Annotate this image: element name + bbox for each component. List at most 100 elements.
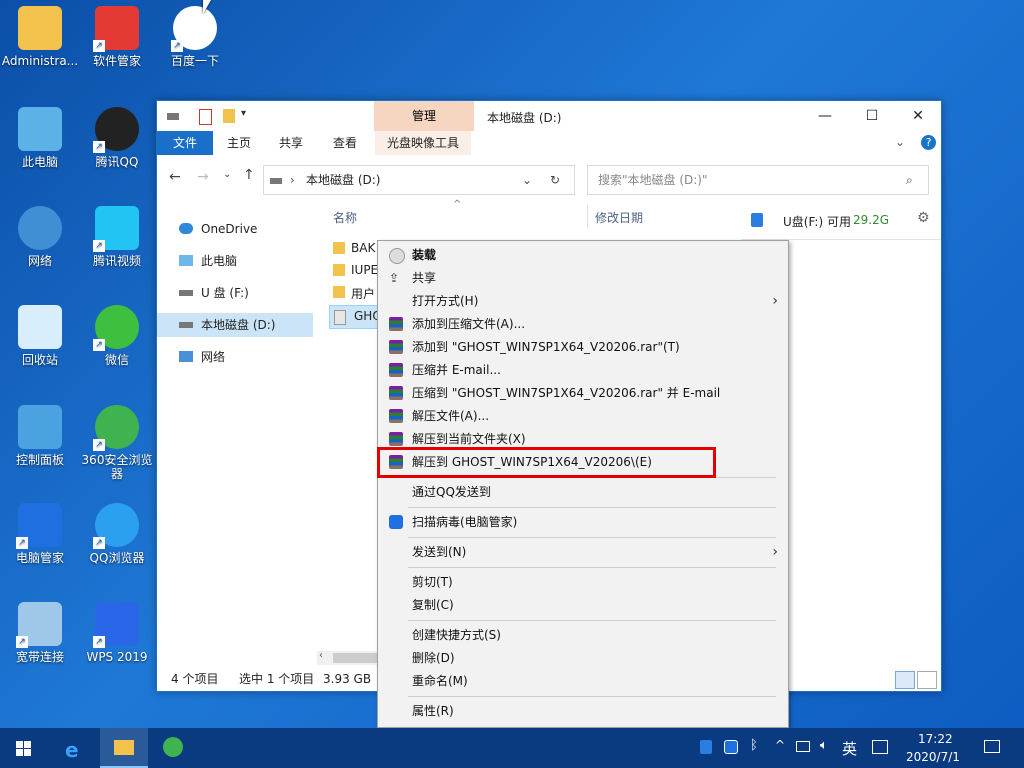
taskbar-360-browser-button[interactable] [150,728,198,768]
new-folder-quick-icon[interactable] [223,109,235,123]
manage-tab[interactable]: 管理 [374,101,474,131]
gear-icon[interactable]: ⚙ [917,210,930,226]
nav-item-usb-drive[interactable]: U 盘 (F:) [157,281,313,305]
search-input[interactable]: 搜索"本地磁盘 (D:)" [598,166,708,194]
tray-ime-indicator[interactable]: 英 [842,738,857,759]
help-icon[interactable]: ? [921,135,936,150]
column-header-name[interactable]: 名称 [333,209,357,226]
desktop-icon-control-panel[interactable]: 控制面板 [0,405,80,467]
tab-share[interactable]: 共享 [269,131,313,155]
desktop-icon-wechat[interactable]: 微信 [77,305,157,367]
nav-item-local-disk-d[interactable]: 本地磁盘 (D:) [157,313,313,337]
desktop-icon-label: 回收站 [21,353,58,367]
taskbar-edge-button[interactable]: e [50,728,98,768]
menu-item-compress-rar-email[interactable]: 压缩到 "GHOST_WIN7SP1X64_V20206.rar" 并 E-ma… [378,382,788,405]
expand-ribbon-icon[interactable]: ⌄ [895,135,905,149]
tray-bluetooth-device-icon[interactable] [700,740,712,754]
column-header-date[interactable]: 修改日期 [595,209,643,226]
recent-chevron-icon[interactable]: ⌄ [223,169,231,180]
menu-item-mount[interactable]: 装载 [378,244,788,267]
tray-volume-icon[interactable]: 🔈︎ [820,738,828,753]
nav-item-onedrive[interactable]: OneDrive [157,217,313,241]
desktop-icon-wps[interactable]: WPS 2019 [77,602,157,664]
mouse-cursor-icon [203,0,211,14]
back-arrow-icon[interactable]: ← [169,169,181,185]
desktop-icon-baidu[interactable]: 百度一下 [155,6,235,68]
desktop-icon-qq-browser[interactable]: QQ浏览器 [77,503,157,565]
properties-quick-icon[interactable] [199,109,212,125]
winrar-icon [389,363,403,377]
wechat-icon [93,305,139,351]
close-button[interactable]: ✕ [895,101,941,131]
menu-item-delete[interactable]: 删除(D) [378,647,788,670]
tab-file[interactable]: 文件 [157,131,213,155]
tray-network-icon[interactable] [796,741,810,752]
tray-bluetooth-icon[interactable]: ᛒ [750,738,758,753]
notification-center-icon[interactable] [984,740,1000,753]
menu-separator [408,696,776,697]
menu-item-send-to[interactable]: 发送到(N) › [378,541,788,564]
desktop-icon-label: 微信 [104,353,129,367]
maximize-button[interactable]: ☐ [849,101,895,131]
menu-item-properties[interactable]: 属性(R) [378,700,788,723]
desktop-icon-tencent-video[interactable]: 腾讯视频 [77,206,157,268]
file-name: 用户 [351,287,376,301]
taskbar-explorer-button[interactable] [100,728,148,768]
minimize-button[interactable]: — [802,101,848,131]
menu-item-extract-files[interactable]: 解压文件(A)... [378,405,788,428]
address-path: 本地磁盘 (D:) [306,173,381,187]
title-bar: ▾ 管理 本地磁盘 (D:) — ☐ ✕ [157,101,941,131]
nav-item-network[interactable]: 网络 [157,345,313,369]
menu-item-rename[interactable]: 重命名(M) [378,670,788,693]
desktop-icon-qq[interactable]: 腾讯QQ [77,107,157,169]
tray-show-hidden-icon[interactable]: ^ [775,738,785,752]
details-pane: U盘(F:) 可用 29.2G ⚙ [741,205,941,240]
menu-item-create-shortcut[interactable]: 创建快捷方式(S) [378,624,788,647]
menu-item-open-with[interactable]: 打开方式(H) › [378,290,788,313]
submenu-arrow-icon: › [772,544,778,560]
menu-label: 装载 [412,248,437,262]
large-icons-view-icon[interactable] [917,671,937,689]
menu-item-scan-virus[interactable]: 扫描病毒(电脑管家) [378,511,788,534]
menu-item-cut[interactable]: 剪切(T) [378,571,788,594]
tray-keyboard-icon[interactable] [872,740,888,754]
menu-item-add-to-rar[interactable]: 添加到 "GHOST_WIN7SP1X64_V20206.rar"(T) [378,336,788,359]
folder-icon [333,264,345,276]
refresh-icon[interactable]: ↻ [550,166,560,194]
forward-arrow-icon[interactable]: → [197,169,209,185]
menu-label: 压缩并 E-mail... [412,363,501,377]
menu-item-add-to-archive[interactable]: 添加到压缩文件(A)... [378,313,788,336]
start-button[interactable] [0,728,48,768]
up-arrow-icon[interactable]: ↑ [243,167,255,183]
desktop-icon-this-pc[interactable]: 此电脑 [0,107,80,169]
menu-item-share[interactable]: ⇪ 共享 [378,267,788,290]
desktop-icon-label: 软件管家 [92,54,141,68]
desktop-icon-pc-manager[interactable]: 电脑管家 [0,503,80,565]
clock-date[interactable]: 2020/7/1 [906,750,960,764]
tab-disc-image-tools[interactable]: 光盘映像工具 [375,131,471,155]
column-divider [587,205,588,229]
chevron-down-icon[interactable]: ▾ [241,108,246,119]
tray-pc-manager-icon[interactable] [724,740,738,754]
address-field[interactable]: › 本地磁盘 (D:) ⌄ ↻ [263,165,575,195]
search-box[interactable]: 搜索"本地磁盘 (D:)" ⌕ [587,165,929,195]
desktop-icon-administrator[interactable]: Administra... [0,6,80,68]
address-dropdown-icon[interactable]: ⌄ [522,166,532,194]
clock-time[interactable]: 17:22 [918,732,953,746]
desktop-icon-360-browser[interactable]: 360安全浏览器 [77,405,157,481]
menu-item-copy[interactable]: 复制(C) [378,594,788,617]
navigation-pane: OneDrive 此电脑 U 盘 (F:) 本地磁盘 (D:) 网络 [157,205,313,665]
desktop-icon-label: Administra... [1,54,79,68]
tab-view[interactable]: 查看 [323,131,367,155]
details-view-icon[interactable] [895,671,915,689]
desktop-icon-software-manager[interactable]: 软件管家 [77,6,157,68]
desktop-icon-recycle-bin[interactable]: 回收站 [0,305,80,367]
nav-item-this-pc[interactable]: 此电脑 [157,249,313,273]
scroll-left-icon[interactable]: ‹ [319,650,323,661]
tab-home[interactable]: 主页 [217,131,261,155]
desktop-icon-broadband[interactable]: 宽带连接 [0,602,80,664]
menu-item-send-via-qq[interactable]: 通过QQ发送到 [378,481,788,504]
desktop-icon-network[interactable]: 网络 [0,206,80,268]
menu-item-compress-email[interactable]: 压缩并 E-mail... [378,359,788,382]
computer-icon [179,255,193,266]
